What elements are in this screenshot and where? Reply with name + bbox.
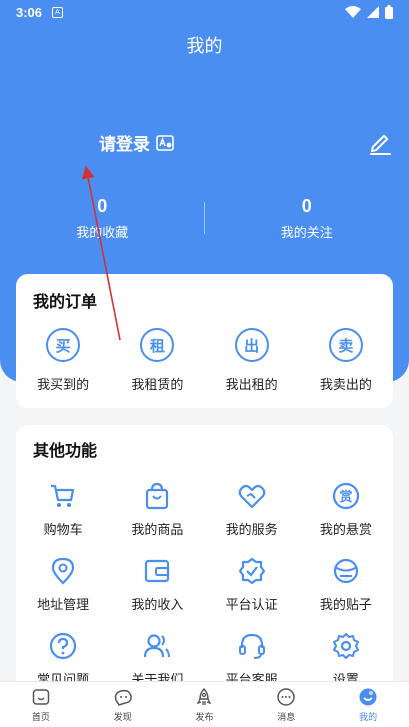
- bag-icon: [146, 482, 169, 510]
- page-title: 我的: [186, 36, 223, 57]
- buy-badge-icon: 买: [46, 328, 81, 362]
- favorites-label: 我的收藏: [76, 226, 129, 241]
- tool-posts-label: 我的贴子: [319, 598, 372, 613]
- order-rented[interactable]: 租 我租赁的: [110, 328, 204, 393]
- tool-rewards[interactable]: 赏 我的悬赏: [299, 481, 393, 538]
- order-bought-label: 我买到的: [37, 378, 90, 393]
- location-icon: [52, 557, 75, 585]
- tools-title: 其他功能: [33, 441, 98, 460]
- order-sold[interactable]: 卖 我卖出的: [299, 328, 393, 393]
- tool-address-label: 地址管理: [37, 598, 90, 613]
- tool-income[interactable]: 我的收入: [110, 556, 204, 613]
- tab-home-label: 首页: [31, 713, 50, 723]
- tool-address[interactable]: 地址管理: [16, 556, 110, 613]
- tab-profile-label: 我的: [359, 713, 378, 723]
- following-label: 我的关注: [280, 226, 333, 241]
- signal-icon: [367, 6, 379, 18]
- login-button[interactable]: 请登录: [99, 130, 174, 155]
- notification-icon: A: [52, 6, 64, 18]
- battery-icon: [385, 5, 393, 19]
- tool-products[interactable]: 我的商品: [110, 481, 204, 538]
- tool-support[interactable]: 平台客服: [205, 631, 299, 688]
- wifi-icon: [345, 6, 361, 18]
- tool-posts[interactable]: 我的贴子: [299, 556, 393, 613]
- tab-messages-label: 消息: [277, 713, 296, 723]
- orders-title: 我的订单: [33, 292, 98, 311]
- wallet-icon: [145, 559, 170, 583]
- id-card-icon: [156, 134, 174, 151]
- tab-messages[interactable]: 消息: [245, 682, 327, 727]
- status-time: 3:06: [16, 4, 43, 20]
- lease-badge-icon: 出: [234, 328, 269, 362]
- rent-badge-icon: 租: [140, 328, 175, 362]
- stats-row: 0 我的收藏 0 我的关注: [0, 192, 409, 248]
- profile-icon: [359, 688, 377, 706]
- tool-settings[interactable]: 设置: [299, 631, 393, 688]
- order-leased-label: 我出租的: [225, 378, 278, 393]
- orders-card: 我的订单 买 我买到的 租 我租赁的 出 我出租的 卖 我卖出的: [16, 274, 393, 408]
- stats-divider: [204, 202, 205, 234]
- following-count: 0: [301, 196, 312, 216]
- settings-icon: [332, 633, 359, 659]
- tool-products-label: 我的商品: [131, 523, 184, 538]
- verified-icon: [238, 557, 265, 585]
- favorites-count: 0: [97, 196, 108, 216]
- following-stat[interactable]: 0 我的关注: [205, 192, 409, 248]
- tab-discover-label: 发现: [113, 713, 132, 723]
- favorites-stat[interactable]: 0 我的收藏: [0, 192, 205, 248]
- reward-glyph: 赏: [339, 489, 352, 505]
- sell-badge-icon: 卖: [328, 328, 363, 362]
- about-icon: [144, 634, 171, 658]
- order-rented-label: 我租赁的: [131, 378, 184, 393]
- rocket-icon: [197, 687, 212, 705]
- tool-services-label: 我的服务: [225, 523, 278, 538]
- tool-rewards-label: 我的悬赏: [319, 523, 372, 538]
- message-icon: [277, 688, 296, 706]
- tab-publish-label: 发布: [195, 713, 214, 723]
- tool-verification[interactable]: 平台认证: [205, 556, 299, 613]
- tool-about[interactable]: 关于我们: [110, 631, 204, 688]
- status-bar: 3:06 A: [0, 0, 409, 24]
- tool-faq[interactable]: 常见问题: [16, 631, 110, 688]
- tool-services[interactable]: 我的服务: [205, 481, 299, 538]
- cart-icon: [51, 484, 75, 507]
- post-icon: [333, 558, 358, 584]
- home-icon: [32, 689, 50, 705]
- tab-profile[interactable]: 我的: [327, 682, 409, 727]
- login-label: 请登录: [99, 135, 150, 155]
- tab-home[interactable]: 首页: [0, 682, 82, 727]
- discover-icon: [114, 689, 132, 706]
- tools-card: 其他功能 购物车 我的商品 我的服务 赏 我的悬赏 地址管理 我的收入 平台认证…: [16, 425, 393, 700]
- bottom-tab-bar: 首页 发现 发布 消息 我的: [0, 681, 409, 727]
- order-bought[interactable]: 买 我买到的: [16, 328, 110, 393]
- tab-discover[interactable]: 发现: [82, 682, 164, 727]
- reward-icon: 赏: [332, 482, 359, 510]
- headset-icon: [238, 633, 265, 659]
- tool-cart-label: 购物车: [43, 523, 83, 538]
- tool-cart[interactable]: 购物车: [16, 481, 110, 538]
- help-icon: [50, 632, 77, 660]
- tab-publish[interactable]: 发布: [164, 682, 246, 727]
- order-sold-label: 我卖出的: [319, 378, 372, 393]
- tool-verification-label: 平台认证: [225, 598, 278, 613]
- order-leased[interactable]: 出 我出租的: [205, 328, 299, 393]
- service-icon: [238, 484, 265, 509]
- tool-income-label: 我的收入: [131, 598, 184, 613]
- edit-profile-button[interactable]: [366, 130, 394, 158]
